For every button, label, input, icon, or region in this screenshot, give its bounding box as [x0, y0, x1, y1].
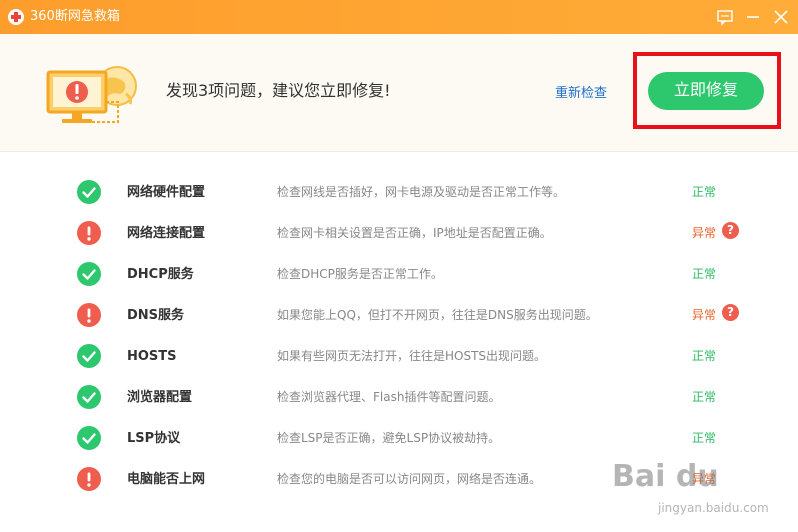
check-ok-icon [77, 385, 101, 409]
help-question-icon[interactable]: ? [722, 222, 739, 239]
watermark-url: jingyan.baidu.com [658, 501, 769, 515]
check-item-row: LSP协议 检查LSP是否正确，避免LSP协议被劫持。 正常 [0, 418, 798, 459]
feedback-icon [717, 10, 733, 26]
check-item-status: 异常 [692, 226, 717, 240]
check-item-name: 电脑能否上网 [127, 472, 206, 487]
check-item-description: 如果您能上QQ，但打不开网页，往往是DNS服务出现问题。 [277, 308, 598, 322]
check-item-status: 正常 [692, 185, 717, 199]
fix-now-button[interactable]: 立即修复 [648, 72, 764, 110]
check-item-status: 正常 [692, 431, 717, 445]
check-item-status: 异常 [692, 308, 717, 322]
network-monitor-globe-icon [46, 66, 137, 123]
app-logo-icon [8, 9, 24, 25]
check-item-row: 网络硬件配置 检查网线是否插好，网卡电源及驱动是否正常工作等。 正常 [0, 172, 798, 213]
check-ok-icon [77, 262, 101, 286]
check-item-name: DHCP服务 [127, 267, 194, 282]
check-item-row: DHCP服务 检查DHCP服务是否正常工作。 正常 [0, 254, 798, 295]
close-icon [774, 10, 788, 24]
check-item-status: 正常 [692, 390, 717, 404]
check-ok-icon [77, 426, 101, 450]
check-item-description: 检查您的电脑是否可以访问网页，网络是否连通。 [277, 472, 542, 486]
title-bar[interactable]: 360断网急救箱 [0, 0, 798, 34]
check-item-row: 网络连接配置 检查网卡相关设置是否正确，IP地址是否配置正确。 异常? [0, 213, 798, 254]
feedback-button[interactable] [714, 6, 736, 28]
check-item-description: 检查网线是否插好，网卡电源及驱动是否正常工作等。 [277, 185, 566, 199]
problem-summary: 发现3项问题，建议您立即修复! [166, 81, 391, 100]
check-item-row: DNS服务 如果您能上QQ，但打不开网页，往往是DNS服务出现问题。 异常? [0, 295, 798, 336]
window-title: 360断网急救箱 [30, 9, 120, 24]
app-window: 360断网急救箱 发现3项问题，建议您立即修复! 重新检查 立即修复 网络硬件配… [0, 0, 798, 532]
check-item-status: 异常 [692, 472, 717, 486]
check-item-description: 检查浏览器代理、Flash插件等配置问题。 [277, 390, 501, 404]
check-item-row: 电脑能否上网 检查您的电脑是否可以访问网页，网络是否连通。 异常 [0, 459, 798, 500]
check-item-name: 浏览器配置 [127, 390, 193, 405]
recheck-link[interactable]: 重新检查 [555, 85, 607, 103]
error-alert-icon [77, 303, 101, 327]
error-alert-icon [77, 221, 101, 245]
check-item-status: 正常 [692, 349, 717, 363]
check-item-name: LSP协议 [127, 431, 181, 446]
result-header: 发现3项问题，建议您立即修复! 重新检查 立即修复 [0, 34, 798, 152]
check-item-name: HOSTS [127, 349, 177, 364]
check-item-name: DNS服务 [127, 308, 185, 323]
check-item-description: 检查LSP是否正确，避免LSP协议被劫持。 [277, 431, 501, 445]
check-item-description: 检查网卡相关设置是否正确，IP地址是否配置正确。 [277, 226, 552, 240]
error-alert-icon [77, 467, 101, 491]
check-ok-icon [77, 344, 101, 368]
close-button[interactable] [770, 6, 792, 28]
check-ok-icon [77, 180, 101, 204]
minimize-icon [747, 16, 759, 18]
minimize-button[interactable] [742, 6, 764, 28]
check-item-description: 检查DHCP服务是否正常工作。 [277, 267, 443, 281]
check-item-row: 浏览器配置 检查浏览器代理、Flash插件等配置问题。 正常 [0, 377, 798, 418]
check-item-status: 正常 [692, 267, 717, 281]
check-item-description: 如果有些网页无法打开，往往是HOSTS出现问题。 [277, 349, 547, 363]
help-question-icon[interactable]: ? [722, 304, 739, 321]
check-item-row: HOSTS 如果有些网页无法打开，往往是HOSTS出现问题。 正常 [0, 336, 798, 377]
check-item-name: 网络连接配置 [127, 226, 206, 241]
check-item-name: 网络硬件配置 [127, 185, 206, 200]
